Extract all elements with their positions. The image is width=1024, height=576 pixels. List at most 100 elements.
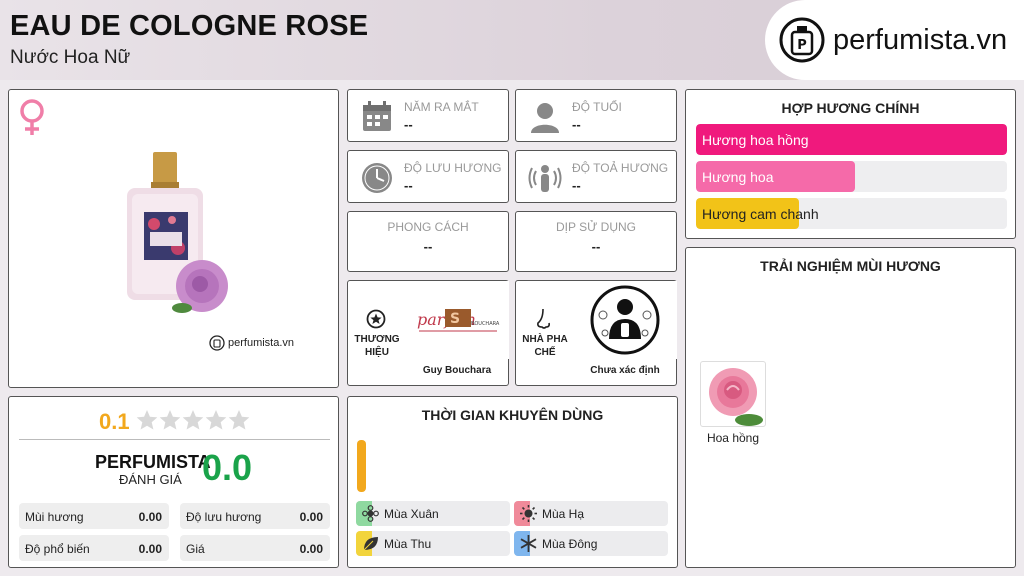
user-icon bbox=[531, 103, 559, 133]
perfumista-sub: ĐÁNH GIÁ bbox=[119, 472, 182, 487]
accords-title: HỢP HƯƠNG CHÍNH bbox=[781, 100, 920, 116]
accord-bar: Hương hoa hồng bbox=[696, 124, 1007, 155]
style-card: PHONG CÁCH -- bbox=[347, 211, 509, 272]
rating-stat: Độ phổ biến 0.00 bbox=[19, 535, 169, 561]
brand-logo-image: parfum S BOUCHARA bbox=[417, 309, 500, 332]
season-label: Mùa Thu bbox=[384, 537, 432, 551]
style-value: -- bbox=[423, 239, 433, 254]
star-icon[interactable] bbox=[136, 409, 158, 431]
occasion-title: DỊP SỬ DỤNG bbox=[555, 220, 637, 234]
perfumer-card[interactable]: NHÀ PHA CHẾ Chưa xác định bbox=[515, 280, 677, 386]
rating-divider bbox=[19, 439, 330, 440]
rating-stat: Mùi hương 0.00 bbox=[19, 503, 169, 529]
note-item[interactable]: Hoa hồng bbox=[700, 361, 766, 451]
perfume-bottle-image bbox=[127, 152, 228, 313]
perfumer-label: NHÀ PHA CHẾ bbox=[518, 333, 572, 359]
sillage-person-icon bbox=[528, 165, 562, 192]
release-year-value: -- bbox=[404, 117, 413, 132]
snowflake-icon bbox=[520, 535, 537, 552]
perfume-bottle-logo-icon bbox=[209, 335, 225, 351]
age-title: ĐỘ TUỔI bbox=[572, 100, 622, 114]
accord-bar: Hương cam chanh bbox=[696, 198, 1007, 229]
style-title: PHONG CÁCH bbox=[387, 220, 469, 234]
svg-text:P: P bbox=[797, 38, 807, 53]
age-value: -- bbox=[572, 117, 581, 132]
recommended-time-title: THỜI GIAN KHUYÊN DÙNG bbox=[421, 407, 604, 423]
rating-stat: Giá 0.00 bbox=[180, 535, 330, 561]
accord-label: Hương cam chanh bbox=[702, 206, 819, 222]
rating-stat-label: Giá bbox=[186, 542, 205, 556]
clock-icon bbox=[362, 163, 392, 193]
perfumer-avatar-area bbox=[573, 281, 677, 359]
release-year-card: NĂM RA MẮT -- bbox=[347, 89, 509, 142]
star-icon[interactable] bbox=[228, 409, 250, 431]
perfumista-label: PERFUMISTA bbox=[95, 452, 211, 472]
svg-text:BOUCHARA: BOUCHARA bbox=[471, 321, 500, 327]
perfumer-label-line1: NHÀ PHA bbox=[522, 334, 568, 345]
star-icon[interactable] bbox=[182, 409, 204, 431]
sun-icon bbox=[520, 505, 537, 522]
season-label: Mùa Xuân bbox=[384, 507, 439, 521]
rating-card: 0.1 PERFUMISTA ĐÁNH GIÁ 0.0 Mùi hương 0.0… bbox=[8, 396, 339, 568]
season-label: Mùa Hạ bbox=[542, 507, 585, 521]
star-rating[interactable] bbox=[136, 409, 251, 431]
rating-stat-value: 0.00 bbox=[138, 542, 162, 556]
age-card: ĐỘ TUỔI -- bbox=[515, 89, 677, 142]
flower-icon bbox=[362, 505, 379, 522]
season-item[interactable]: Mùa Hạ bbox=[514, 501, 668, 526]
release-year-title: NĂM RA MẮT bbox=[404, 100, 479, 114]
sillage-title: ĐỘ TOẢ HƯƠNG bbox=[572, 161, 669, 175]
brand-card[interactable]: THƯƠNG HIỆU parfum S BOUCHARA Guy Boucha… bbox=[347, 280, 509, 386]
season-item[interactable]: Mùa Đông bbox=[514, 531, 668, 556]
perfume-bottle-logo-icon: P bbox=[779, 17, 825, 63]
longevity-value: -- bbox=[404, 178, 413, 193]
occasion-value: -- bbox=[591, 239, 601, 254]
perfume-title: EAU DE COLOGNE ROSE bbox=[10, 10, 369, 42]
recommended-time-card: THỜI GIAN KHUYÊN DÙNG Mùa Xuân Mùa Hạ Mùa … bbox=[347, 396, 678, 568]
rating-stat-value: 0.00 bbox=[299, 510, 323, 524]
season-label: Mùa Đông bbox=[542, 537, 598, 551]
note-label: Hoa hồng bbox=[706, 431, 760, 445]
rose-note-image bbox=[709, 368, 763, 426]
rating-stat-label: Mùi hương bbox=[25, 510, 84, 524]
rating-stat-label: Độ lưu hương bbox=[186, 510, 262, 524]
star-icon[interactable] bbox=[205, 409, 227, 431]
star-icon[interactable] bbox=[159, 409, 181, 431]
brand-label-line1: THƯƠNG bbox=[354, 334, 400, 345]
leaf-icon bbox=[363, 537, 378, 551]
accord-label: Hương hoa bbox=[702, 169, 774, 185]
female-icon bbox=[20, 99, 44, 135]
brand-label: THƯƠNG HIỆU bbox=[350, 333, 404, 359]
brand-logo-area: parfum S BOUCHARA bbox=[405, 281, 509, 359]
occasion-card: DỊP SỬ DỤNG -- bbox=[515, 211, 677, 272]
season-item[interactable]: Mùa Xuân bbox=[356, 501, 510, 526]
perfumista-score: 0.0 bbox=[202, 447, 253, 488]
rating-stat: Độ lưu hương 0.00 bbox=[180, 503, 330, 529]
brand-name: Guy Bouchara bbox=[422, 365, 492, 376]
star-badge-icon bbox=[366, 309, 386, 329]
calendar-icon bbox=[363, 101, 391, 131]
sillage-card: ĐỘ TOẢ HƯƠNG -- bbox=[515, 150, 677, 203]
sillage-value: -- bbox=[572, 178, 581, 193]
perfumer-name: Chưa xác định bbox=[590, 365, 660, 376]
experience-title: TRẢI NGHIỆM MÙI HƯƠNG bbox=[760, 258, 941, 274]
perfumer-avatar bbox=[590, 285, 660, 355]
product-watermark: perfumista.vn bbox=[209, 335, 294, 351]
product-image-card: perfumista.vn bbox=[8, 89, 339, 388]
user-score: 0.1 bbox=[99, 409, 130, 434]
svg-text:S: S bbox=[450, 311, 460, 327]
product-watermark-text: perfumista.vn bbox=[228, 337, 295, 349]
site-logo[interactable]: P perfumista.vn bbox=[765, 0, 1024, 80]
rating-stat-value: 0.00 bbox=[138, 510, 162, 524]
accord-label: Hương hoa hồng bbox=[702, 132, 809, 148]
season-item[interactable]: Mùa Thu bbox=[356, 531, 510, 556]
longevity-card: ĐỘ LƯU HƯƠNG -- bbox=[347, 150, 509, 203]
rating-stat-label: Độ phổ biến bbox=[25, 542, 90, 556]
nose-icon bbox=[537, 308, 550, 329]
experience-card: TRẢI NGHIỆM MÙI HƯƠNG Hoa hồng bbox=[685, 247, 1016, 568]
brand-label-line2: HIỆU bbox=[365, 347, 389, 358]
perfumer-label-line2: CHẾ bbox=[534, 347, 556, 358]
time-indicator-bar bbox=[357, 440, 366, 492]
rating-stat-value: 0.00 bbox=[299, 542, 323, 556]
site-logo-text: perfumista.vn bbox=[833, 23, 1008, 56]
